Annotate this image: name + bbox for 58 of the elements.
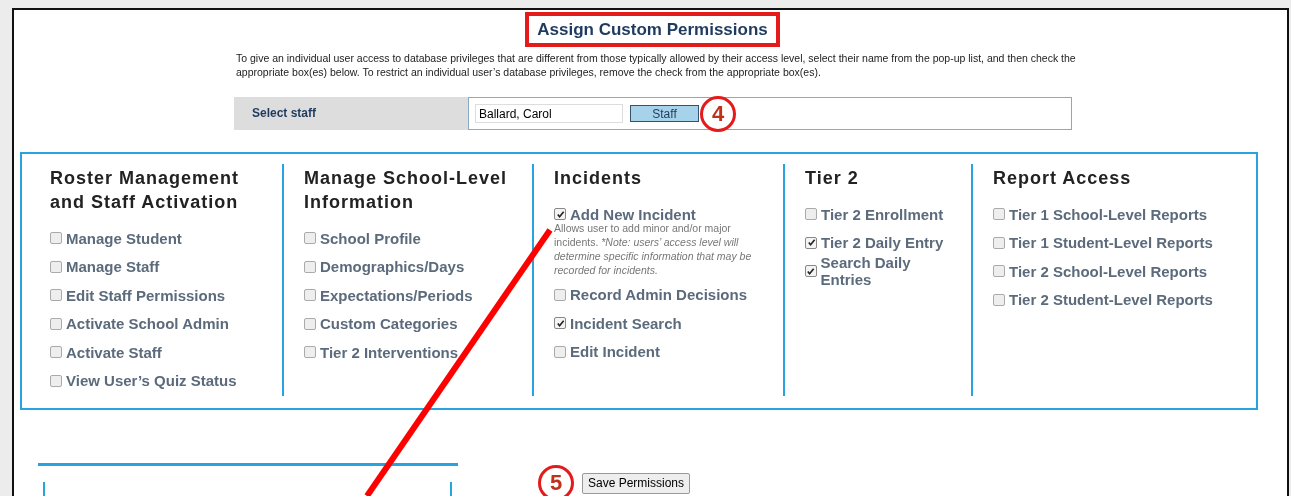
- checkbox[interactable]: [993, 236, 1005, 249]
- group-heading: Tier 2: [805, 167, 860, 190]
- checkbox[interactable]: [50, 317, 62, 330]
- permission-label: Activate School Admin: [66, 315, 229, 333]
- checkbox[interactable]: [805, 265, 817, 278]
- permission-label: Expectations/Periods: [320, 286, 473, 304]
- staff-name-field[interactable]: Ballard, Carol: [475, 104, 623, 123]
- permission-label: Incident Search: [570, 314, 682, 332]
- checkbox[interactable]: [50, 289, 62, 302]
- checkbox[interactable]: [50, 260, 62, 273]
- checkbox[interactable]: [304, 289, 316, 302]
- group-heading: Incidents: [554, 167, 643, 190]
- checkbox[interactable]: [304, 346, 316, 359]
- permission-label: Manage Student: [66, 229, 182, 247]
- checkbox[interactable]: [554, 288, 566, 301]
- permission-label: Tier 2 Interventions: [320, 343, 459, 361]
- checkbox[interactable]: [554, 345, 566, 358]
- checkbox[interactable]: [304, 317, 316, 330]
- permission-label: Add New Incident: [570, 205, 696, 223]
- group-heading: Roster Management and Staff Activation: [50, 167, 241, 214]
- checkbox[interactable]: [805, 208, 817, 221]
- checkbox[interactable]: [554, 317, 566, 330]
- permission-label: View User’s Quiz Status: [66, 372, 237, 390]
- permission-label: Activate Staff: [66, 343, 162, 361]
- save-permissions-button[interactable]: Save Permissions: [582, 472, 691, 494]
- checkbox[interactable]: [50, 232, 62, 245]
- permission-label: Tier 2 Enrollment: [821, 205, 944, 223]
- group-heading: Manage School-Level Information: [304, 167, 509, 214]
- permission-label: Record Admin Decisions: [570, 286, 747, 304]
- page-title: Assign Custom Permissions: [525, 12, 780, 47]
- permission-label: Tier 1 Student-Level Reports: [1009, 234, 1213, 252]
- checkbox[interactable]: [805, 236, 817, 249]
- permission-label: Edit Staff Permissions: [66, 286, 226, 304]
- group-heading: Report Access: [993, 167, 1133, 190]
- checkbox[interactable]: [50, 346, 62, 359]
- permission-label: Edit Incident: [570, 343, 660, 361]
- step-marker: 5: [538, 465, 574, 496]
- instructions-text: To give an individual user access to database privileges that are different from those typically allowed by their access level, select their name from the pop-up list, and then check the appropriate box(es) below. To restrict an individual user’s database privileges, remove the check from the appropriate box(es).: [236, 51, 1076, 79]
- permission-label: Tier 2 Student-Level Reports: [1009, 291, 1213, 309]
- checkbox[interactable]: [993, 208, 1005, 221]
- permission-label: Manage Staff: [66, 258, 160, 276]
- checkbox[interactable]: [304, 232, 316, 245]
- permission-note: Allows user to add minor and/or major incidents. *Note: users’ access level will determine specific information that may be recorded for incidents.: [554, 220, 753, 277]
- permission-label: Tier 2 School-Level Reports: [1009, 262, 1208, 280]
- checkbox[interactable]: [554, 208, 566, 221]
- checkbox[interactable]: [993, 265, 1005, 278]
- permission-label: Tier 1 School-Level Reports: [1009, 205, 1208, 223]
- permission-label: School Profile: [320, 229, 421, 247]
- staff-button[interactable]: Staff: [630, 105, 699, 122]
- permission-label: Custom Categories: [320, 315, 458, 333]
- permission-label: Search Daily Entries: [820, 254, 912, 289]
- step-marker: 4: [700, 95, 736, 132]
- checkbox[interactable]: [304, 260, 316, 273]
- checkbox[interactable]: [50, 374, 62, 387]
- permission-label: Tier 2 Daily Entry: [821, 234, 944, 252]
- permission-label: Demographics/Days: [320, 258, 465, 276]
- checkbox[interactable]: [993, 293, 1005, 306]
- select-staff-label: Select staff: [234, 97, 468, 130]
